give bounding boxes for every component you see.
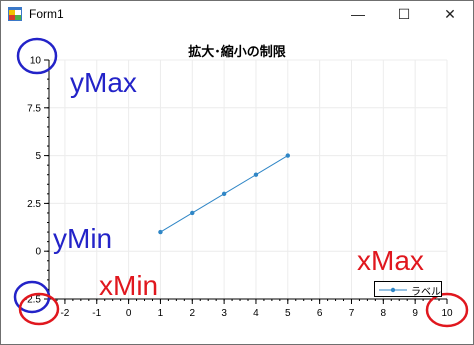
title-bar[interactable]: Form1 — ☐ ✕ — [1, 1, 473, 27]
chart-area: 拡大･縮小の制限 -2 -1 0 1 2 3 4 5 6 7 8 9 10 -2.5 0 2.5 5 7.5 10 … — [1, 27, 473, 344]
y-tick-label: 7.5 — [27, 103, 41, 114]
data-point — [158, 229, 163, 235]
y-tick-label: 5 — [35, 151, 41, 162]
minimize-icon: — — [351, 6, 365, 22]
x-tick-label: 9 — [412, 308, 418, 319]
close-icon: ✕ — [444, 5, 456, 22]
xmax-annotation: xMax — [357, 245, 424, 276]
maximize-button[interactable]: ☐ — [381, 1, 427, 27]
x-tick-label: 2 — [189, 308, 195, 319]
x-tick-label: 3 — [221, 308, 227, 319]
app-icon — [8, 7, 22, 21]
x-tick-label: 7 — [349, 308, 355, 319]
y-tick-label: 2.5 — [27, 199, 41, 210]
x-tick-label: 6 — [317, 308, 323, 319]
xmin-annotation: xMin — [99, 270, 159, 301]
data-point — [221, 191, 227, 197]
y-tick-label: 0 — [35, 247, 41, 258]
x-tick-label: 10 — [441, 308, 453, 319]
data-point — [190, 210, 195, 216]
data-point — [285, 153, 290, 158]
x-tick-label: 5 — [285, 308, 291, 319]
minimize-button[interactable]: — — [335, 1, 381, 27]
window-title: Form1 — [29, 7, 64, 21]
legend-line-icon — [379, 287, 407, 293]
x-tick-label: -1 — [92, 308, 101, 319]
legend-label: ラベル — [411, 287, 441, 298]
form-window: Form1 — ☐ ✕ 拡大･縮小の制限 -2 -1 0 1 2 3 4 5 6 7 8 9 10 -2.… — [0, 0, 474, 345]
close-button[interactable]: ✕ — [427, 1, 473, 27]
x-tick-label: 4 — [253, 308, 259, 319]
legend: ラベル — [374, 281, 442, 298]
y-tick-label: -2.5 — [24, 295, 42, 306]
maximize-icon: ☐ — [397, 5, 411, 22]
data-point — [253, 172, 259, 177]
y-tick-label: 10 — [30, 56, 42, 67]
x-tick-label: 1 — [158, 308, 164, 319]
x-tick-label: 8 — [381, 308, 387, 319]
x-tick-label: -2 — [60, 308, 69, 319]
ymin-annotation: yMin — [53, 223, 113, 254]
ymax-annotation: yMax — [70, 67, 137, 98]
x-tick-label: 0 — [126, 308, 132, 319]
